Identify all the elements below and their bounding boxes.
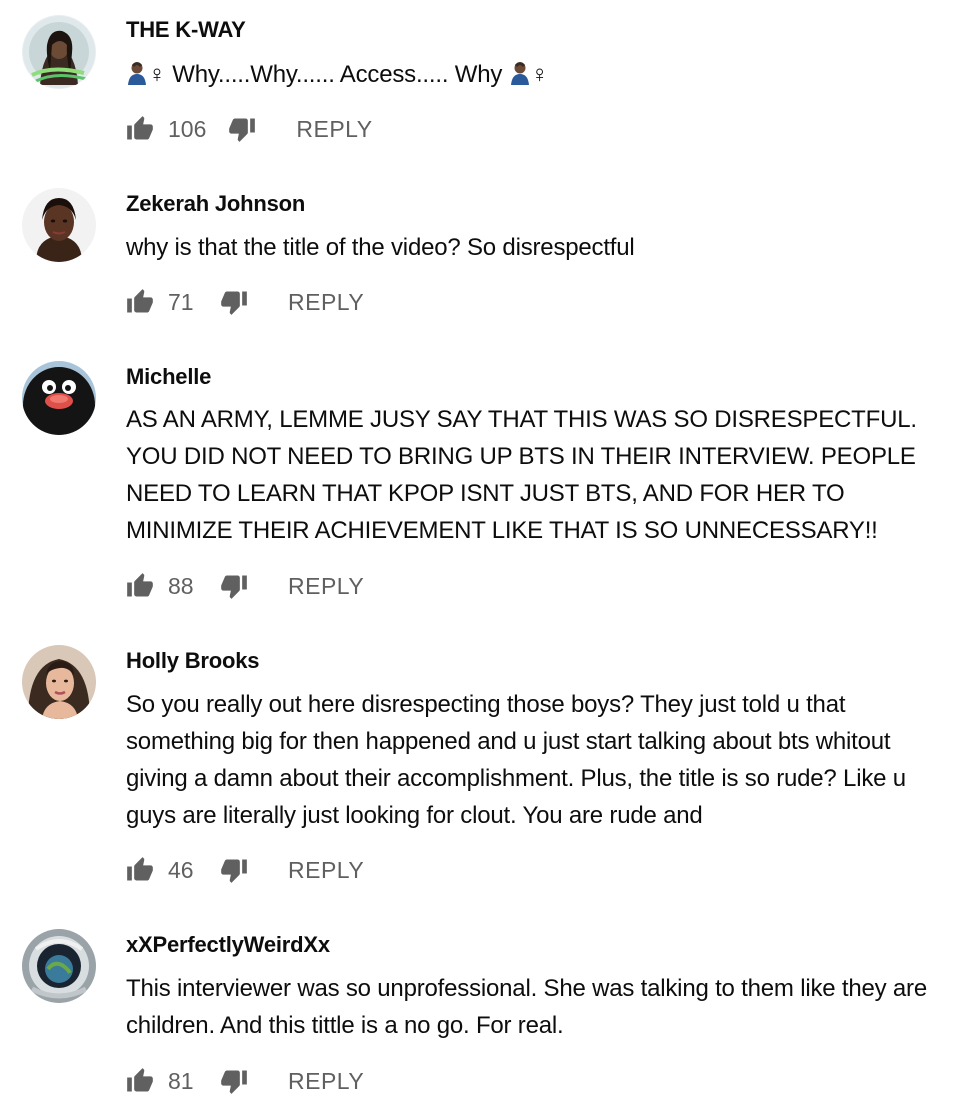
like-count: 88	[168, 572, 194, 599]
comment-actions: 81 REPLY	[126, 1061, 364, 1101]
reply-button[interactable]: REPLY	[288, 289, 364, 316]
comment-actions: 106 REPLY	[126, 109, 373, 149]
thumbs-up-icon[interactable]	[126, 288, 154, 316]
thumbs-up-icon[interactable]	[126, 115, 154, 143]
comment-author[interactable]: Holly Brooks	[126, 648, 259, 674]
avatar[interactable]	[22, 645, 96, 719]
like-count: 71	[168, 288, 194, 315]
comment-text: why is that the title of the video? So d…	[126, 234, 635, 261]
thumbs-up-icon[interactable]	[126, 1067, 154, 1095]
comment-author[interactable]: Michelle	[126, 364, 211, 390]
thumbs-down-icon[interactable]	[220, 1067, 248, 1095]
thumbs-up-icon[interactable]	[126, 572, 154, 600]
thumbs-up-icon[interactable]	[126, 856, 154, 884]
person-emoji-icon	[509, 61, 531, 85]
avatar[interactable]	[22, 15, 96, 89]
like-count: 46	[168, 856, 194, 883]
female-sign: ♀	[530, 61, 549, 88]
avatar[interactable]	[22, 929, 96, 1003]
like-count: 106	[168, 115, 207, 142]
comment-text: So you really out here disrespecting tho…	[126, 691, 906, 829]
comment-text: AS AN ARMY, LEMME JUSY SAY THAT THIS WAS…	[126, 406, 917, 544]
thumbs-down-icon[interactable]	[220, 288, 248, 316]
comment-actions: 71 REPLY	[126, 282, 364, 322]
comment-body: Why.....Why...... Access..... Why	[172, 61, 503, 88]
avatar[interactable]	[22, 361, 96, 435]
comment-author[interactable]: xXPerfectlyWeirdXx	[126, 932, 330, 958]
reply-button[interactable]: REPLY	[288, 857, 364, 884]
comment-actions: 46 REPLY	[126, 850, 364, 890]
comment-text: This interviewer was so unprofessional. …	[126, 975, 927, 1039]
comment-author[interactable]: Zekerah Johnson	[126, 191, 305, 217]
female-sign: ♀	[148, 61, 166, 88]
like-count: 81	[168, 1067, 194, 1094]
reply-button[interactable]: REPLY	[296, 116, 372, 143]
comment-text: ♀ Why.....Why...... Access..... Why ♀	[126, 56, 936, 93]
comment-author[interactable]: THE K-WAY	[126, 17, 246, 43]
avatar[interactable]	[22, 188, 96, 262]
thumbs-down-icon[interactable]	[220, 856, 248, 884]
comment-actions: 88 REPLY	[126, 566, 364, 606]
reply-button[interactable]: REPLY	[288, 1068, 364, 1095]
person-emoji-icon	[126, 61, 148, 85]
reply-button[interactable]: REPLY	[288, 573, 364, 600]
thumbs-down-icon[interactable]	[220, 572, 248, 600]
thumbs-down-icon[interactable]	[228, 115, 256, 143]
